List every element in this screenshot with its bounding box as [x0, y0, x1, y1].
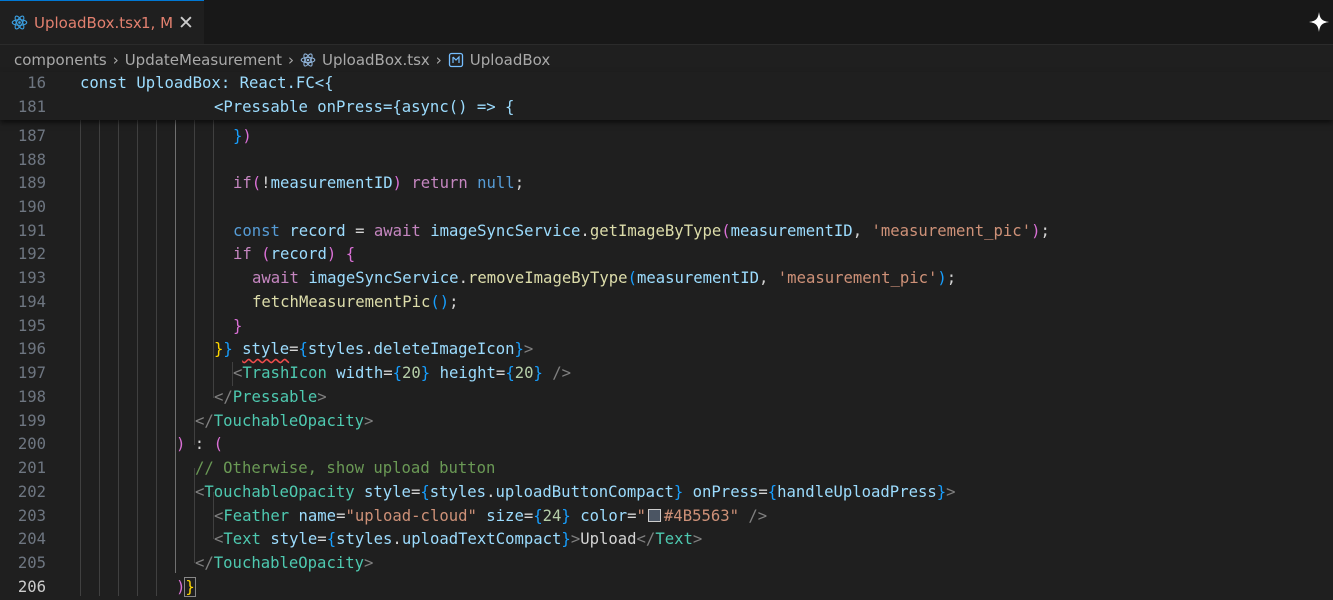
code-line[interactable]: 197 <TrashIcon width={20} height={20} />	[0, 362, 1333, 386]
code-line[interactable]: 192 if (record) {	[0, 243, 1333, 267]
tab-status: 1, M	[141, 14, 174, 32]
sticky-scroll: 16 const UploadBox: React.FC<{ 181 <Pres…	[0, 72, 1333, 120]
code-text: if (record) {	[233, 245, 356, 263]
code-text: <Feather name="upload-cloud" size={24} c…	[214, 507, 768, 525]
react-icon	[300, 53, 316, 67]
line-number: 191	[17, 222, 46, 240]
line-number: 189	[17, 174, 46, 192]
code-line[interactable]: 190	[0, 196, 1333, 220]
editor-tab-uploadbox[interactable]: UploadBox.tsx 1, M ✕	[0, 0, 204, 44]
line-number: 193	[17, 269, 46, 287]
code-text: fetchMeasurementPic();	[252, 293, 459, 311]
line-number: 198	[17, 388, 46, 406]
code-line[interactable]: 191 const record = await imageSyncServic…	[0, 220, 1333, 244]
code-text: await imageSyncService.removeImageByType…	[252, 269, 957, 287]
code-text: )}	[176, 577, 196, 597]
code-line[interactable]: 187 })	[0, 125, 1333, 149]
code-text: ) : (	[176, 435, 223, 453]
code-line[interactable]: 189 if(!measurementID) return null;	[0, 172, 1333, 196]
chevron-right-icon: ›	[288, 51, 294, 69]
line-number: 197	[17, 364, 46, 382]
close-icon[interactable]: ✕	[176, 13, 196, 33]
code-line-active[interactable]: 206 )}	[0, 576, 1333, 600]
line-number: 203	[17, 507, 46, 525]
line-number: 206	[17, 578, 46, 596]
code-text: </TouchableOpacity>	[195, 412, 374, 430]
code-line[interactable]: 202 <TouchableOpacity style={styles.uplo…	[0, 481, 1333, 505]
code-text: const UploadBox: React.FC<{	[80, 74, 334, 92]
breadcrumb-updatemeasurement[interactable]: UpdateMeasurement	[125, 51, 282, 69]
code-text: </Pressable>	[214, 388, 327, 406]
sticky-line[interactable]: 16 const UploadBox: React.FC<{	[0, 72, 1333, 96]
code-text: <Text style={styles.uploadTextCompact}>U…	[214, 530, 703, 548]
code-line[interactable]: 188	[0, 149, 1333, 173]
symbol-method-icon	[448, 52, 463, 68]
sticky-line[interactable]: 181 <Pressable onPress={async() => {	[0, 96, 1333, 120]
code-text: // Otherwise, show upload button	[195, 459, 496, 477]
code-line[interactable]: 199 </TouchableOpacity>	[0, 410, 1333, 434]
breadcrumb-symbol[interactable]: UploadBox	[470, 51, 550, 69]
code-text: }	[233, 317, 243, 335]
line-number: 201	[17, 459, 46, 477]
line-number: 16	[27, 74, 46, 92]
code-line[interactable]: 196 }} style={styles.deleteImageIcon}>	[0, 338, 1333, 362]
code-line[interactable]: 201 // Otherwise, show upload button	[0, 457, 1333, 481]
breadcrumb-components[interactable]: components	[14, 51, 107, 69]
line-number: 200	[17, 435, 46, 453]
code-text: if(!measurementID) return null;	[233, 174, 525, 192]
code-text: </TouchableOpacity>	[195, 554, 374, 572]
chevron-right-icon: ›	[112, 51, 119, 69]
line-number: 194	[17, 293, 46, 311]
code-text: <TouchableOpacity style={styles.uploadBu…	[195, 483, 956, 501]
line-number: 196	[17, 340, 46, 358]
breadcrumb: components › UpdateMeasurement › UploadB…	[14, 49, 550, 71]
code-line[interactable]: 194 fetchMeasurementPic();	[0, 291, 1333, 315]
react-icon	[11, 15, 28, 30]
code-line[interactable]: 193 await imageSyncService.removeImageBy…	[0, 267, 1333, 291]
line-number: 190	[17, 198, 46, 216]
line-number: 204	[17, 530, 46, 548]
line-number: 199	[17, 412, 46, 430]
chevron-right-icon: ›	[435, 51, 442, 69]
breadcrumb-file[interactable]: UploadBox.tsx	[322, 51, 430, 69]
code-line[interactable]: 204 <Text style={styles.uploadTextCompac…	[0, 528, 1333, 552]
code-line[interactable]: 195 }	[0, 315, 1333, 339]
code-editor[interactable]: 16 const UploadBox: React.FC<{ 181 <Pres…	[0, 72, 1333, 597]
code-text: const record = await imageSyncService.ge…	[233, 222, 1050, 240]
code-text: <Pressable onPress={async() => {	[214, 98, 515, 116]
line-number: 187	[17, 127, 46, 145]
tab-bar: UploadBox.tsx 1, M ✕	[0, 0, 1333, 45]
code-text: <TrashIcon width={20} height={20} />	[233, 364, 572, 382]
code-line[interactable]: 200 ) : (	[0, 433, 1333, 457]
line-number: 188	[17, 151, 46, 169]
line-number: 202	[17, 483, 46, 501]
code-text: }} style={styles.deleteImageIcon}>	[214, 340, 534, 358]
code-text: })	[233, 127, 252, 145]
line-number: 195	[17, 317, 46, 335]
tab-filename: UploadBox.tsx	[34, 14, 142, 32]
code-line[interactable]: 198 </Pressable>	[0, 386, 1333, 410]
line-number: 205	[17, 554, 46, 572]
line-number: 192	[17, 245, 46, 263]
code-line[interactable]: 205 </TouchableOpacity>	[0, 552, 1333, 576]
color-swatch[interactable]	[647, 509, 661, 522]
line-number: 181	[17, 98, 46, 116]
code-line[interactable]: 203 <Feather name="upload-cloud" size={2…	[0, 505, 1333, 529]
sparkle-icon[interactable]	[1308, 11, 1330, 33]
